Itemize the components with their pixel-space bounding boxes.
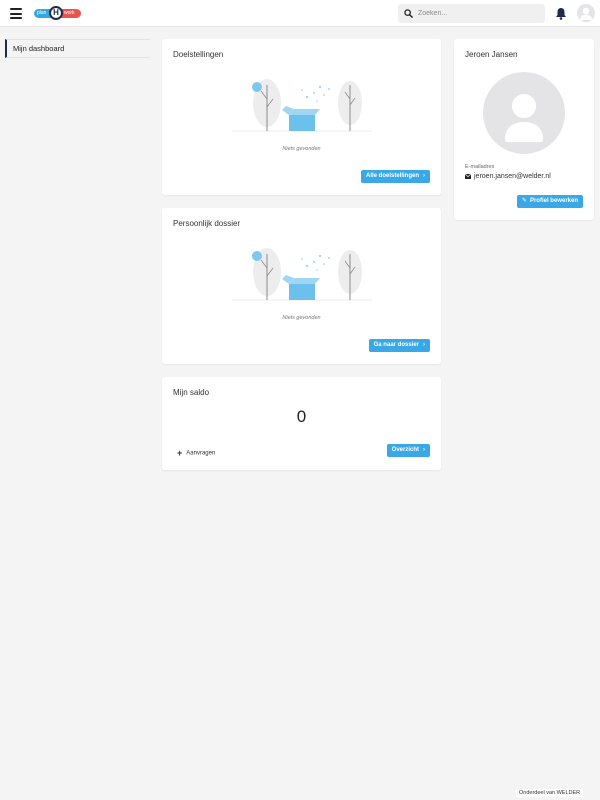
empty-state-text: Niets gevonden [282, 146, 321, 152]
go-to-dossier-button[interactable]: Ga naar dossier › [368, 339, 430, 352]
dossier-title: Persoonlijk dossier [173, 219, 241, 228]
edit-profile-button[interactable]: ✎ Profiel bewerken [516, 195, 583, 208]
overview-button[interactable]: Overzicht › [386, 444, 430, 457]
chevron-right-icon: › [423, 447, 425, 453]
hamburger-icon[interactable] [10, 8, 22, 19]
balance-card: Mijn saldo 0 + Aanvragen Overzicht › [162, 377, 441, 470]
empty-state-illustration [232, 79, 372, 132]
search-icon [404, 9, 413, 18]
user-avatar-icon[interactable] [577, 4, 595, 22]
empty-state-text: Niets gevonden [282, 315, 321, 321]
bell-icon[interactable] [555, 7, 567, 20]
balance-title: Mijn saldo [173, 388, 210, 397]
chevron-right-icon: › [423, 173, 425, 179]
goals-title: Doelstellingen [173, 50, 224, 59]
chevron-right-icon: › [423, 342, 425, 348]
pencil-icon: ✎ [521, 198, 527, 204]
dossier-card: Persoonlijk dossier Niets gevonden Ga na… [162, 208, 441, 364]
balance-value: 0 [296, 407, 307, 426]
sidebar-item-label: Mijn dashboard [13, 44, 65, 53]
user-avatar-icon [505, 94, 543, 142]
top-bar: plan work H [0, 0, 600, 27]
empty-state-illustration [232, 248, 372, 301]
all-goals-button[interactable]: Alle doelstellingen › [360, 170, 430, 183]
all-goals-label: Alle doelstellingen [365, 173, 419, 179]
email-value: jeroen.jansen@welder.nl [474, 173, 551, 180]
request-label: Aanvragen [186, 450, 216, 457]
profile-avatar [483, 72, 565, 154]
plus-icon: + [177, 448, 183, 458]
search-input[interactable] [418, 6, 538, 21]
overview-label: Overzicht [391, 447, 419, 453]
profile-name: Jeroen Jansen [465, 50, 518, 59]
envelope-icon [465, 173, 471, 179]
request-link[interactable]: + Aanvragen [177, 448, 215, 458]
sidebar-item-dashboard[interactable]: Mijn dashboard [5, 39, 150, 58]
email-label: E-mailadres [465, 164, 495, 170]
go-to-dossier-label: Ga naar dossier [373, 342, 419, 348]
profile-card: Jeroen Jansen E-mailadres jeroen.jansen@… [454, 39, 594, 220]
logo-h-mark: H [49, 6, 63, 20]
goals-card: Doelstellingen Niets gevonden Alle doels… [162, 39, 441, 195]
app-logo[interactable]: plan work H [34, 6, 82, 21]
edit-profile-label: Profiel bewerken [529, 198, 578, 204]
search-box[interactable] [398, 4, 545, 23]
footer-text: Onderdeel van WELDER [516, 789, 584, 797]
email-row: jeroen.jansen@welder.nl [465, 173, 551, 180]
